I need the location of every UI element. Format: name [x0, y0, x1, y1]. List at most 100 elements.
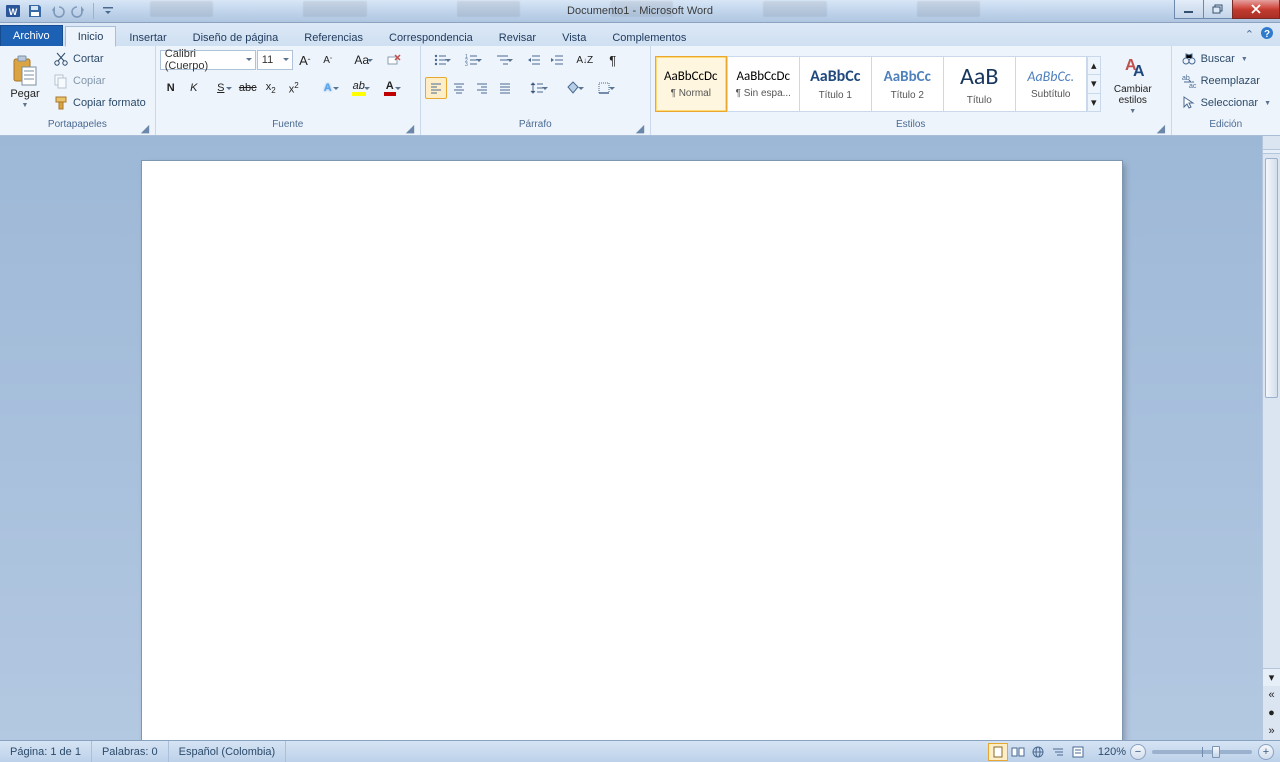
- paragraph-group-label: Párrafo: [421, 119, 650, 135]
- text-effects-button[interactable]: A: [313, 77, 343, 99]
- minimize-ribbon-icon[interactable]: ⌃: [1245, 28, 1254, 41]
- browse-object-icon[interactable]: ●: [1263, 704, 1280, 722]
- customize-qat-icon[interactable]: [98, 2, 118, 20]
- view-print-layout-icon[interactable]: [988, 743, 1008, 761]
- sort-button[interactable]: A↓Z: [574, 49, 596, 71]
- document-area[interactable]: [0, 136, 1280, 740]
- vertical-scrollbar[interactable]: ▴ ▾ « ● »: [1262, 136, 1280, 740]
- copy-button[interactable]: Copiar: [48, 71, 151, 91]
- help-icon[interactable]: ?: [1260, 26, 1274, 43]
- font-size-combo[interactable]: 11: [257, 50, 293, 70]
- scroll-down-icon[interactable]: ▾: [1263, 668, 1280, 686]
- font-color-button[interactable]: A: [375, 77, 405, 99]
- tab-referencias[interactable]: Referencias: [291, 27, 376, 47]
- tab-insertar[interactable]: Insertar: [116, 27, 179, 47]
- font-name-combo[interactable]: Calibri (Cuerpo): [160, 50, 256, 70]
- align-left-button[interactable]: [425, 77, 447, 99]
- justify-button[interactable]: [494, 77, 516, 99]
- shrink-font-button[interactable]: Aˇ: [317, 49, 339, 71]
- save-icon[interactable]: [25, 2, 45, 20]
- view-web-icon[interactable]: [1028, 743, 1048, 761]
- superscript-button[interactable]: x2: [283, 77, 305, 99]
- svg-text:3: 3: [465, 62, 468, 67]
- bullets-button[interactable]: [425, 49, 455, 71]
- zoom-slider-thumb[interactable]: [1212, 746, 1220, 758]
- find-button[interactable]: Buscar▼: [1176, 49, 1276, 69]
- style-name-label: Título: [967, 95, 992, 106]
- decrease-indent-button[interactable]: [523, 49, 545, 71]
- view-outline-icon[interactable]: [1048, 743, 1068, 761]
- bold-button[interactable]: N: [160, 77, 182, 99]
- styles-launcher-icon[interactable]: ◢: [1157, 122, 1169, 134]
- status-words[interactable]: Palabras: 0: [92, 741, 169, 762]
- restore-button[interactable]: [1203, 0, 1233, 19]
- replace-button[interactable]: abacReemplazar: [1176, 71, 1276, 91]
- increase-indent-button[interactable]: [546, 49, 568, 71]
- clear-formatting-button[interactable]: [383, 49, 405, 71]
- close-button[interactable]: [1232, 0, 1280, 19]
- align-right-button[interactable]: [471, 77, 493, 99]
- align-center-button[interactable]: [448, 77, 470, 99]
- tab-correspondencia[interactable]: Correspondencia: [376, 27, 486, 47]
- svg-text:?: ?: [1264, 29, 1270, 40]
- gallery-down-icon[interactable]: ▾: [1088, 75, 1100, 93]
- style-subt-tulo[interactable]: AaBbCc.Subtítulo: [1015, 56, 1087, 112]
- subscript-button[interactable]: x2: [260, 77, 282, 99]
- bold-glyph: N: [167, 82, 175, 94]
- prev-page-icon[interactable]: «: [1263, 686, 1280, 704]
- style---sin-espa---[interactable]: AaBbCcDc¶ Sin espa...: [727, 56, 799, 112]
- status-page[interactable]: Página: 1 de 1: [0, 741, 92, 762]
- group-font: Calibri (Cuerpo) 11 Aˆ Aˇ Aa N K S abc x…: [156, 46, 421, 135]
- font-launcher-icon[interactable]: ◢: [406, 122, 418, 134]
- line-spacing-button[interactable]: [522, 77, 552, 99]
- cut-button[interactable]: Cortar: [48, 49, 151, 69]
- multilevel-list-button[interactable]: [487, 49, 517, 71]
- strikethrough-button[interactable]: abc: [237, 77, 259, 99]
- style---normal[interactable]: AaBbCcDc¶ Normal: [655, 56, 727, 112]
- numbering-button[interactable]: 123: [456, 49, 486, 71]
- zoom-out-button[interactable]: −: [1130, 744, 1146, 760]
- view-draft-icon[interactable]: [1068, 743, 1088, 761]
- highlight-button[interactable]: ab: [344, 77, 374, 99]
- style-t-tulo-1[interactable]: AaBbCcTítulo 1: [799, 56, 871, 112]
- redo-icon[interactable]: [69, 2, 89, 20]
- status-language[interactable]: Español (Colombia): [169, 741, 287, 762]
- view-full-reading-icon[interactable]: [1008, 743, 1028, 761]
- borders-button[interactable]: [589, 77, 619, 99]
- tab-diseno-pagina[interactable]: Diseño de página: [180, 27, 292, 47]
- gallery-more-icon[interactable]: ▾: [1088, 94, 1100, 111]
- undo-icon[interactable]: [47, 2, 67, 20]
- zoom-level[interactable]: 120%: [1098, 746, 1126, 758]
- next-page-icon[interactable]: »: [1263, 722, 1280, 740]
- styles-gallery: AaBbCcDc¶ NormalAaBbCcDc¶ Sin espa...AaB…: [655, 56, 1087, 112]
- tab-revisar[interactable]: Revisar: [486, 27, 549, 47]
- clipboard-launcher-icon[interactable]: ◢: [141, 122, 153, 134]
- italic-button[interactable]: K: [183, 77, 205, 99]
- split-box[interactable]: [1262, 136, 1280, 150]
- paste-button[interactable]: Pegar ▼: [4, 49, 46, 115]
- paragraph-launcher-icon[interactable]: ◢: [636, 122, 648, 134]
- ribbon: Pegar ▼ Cortar Copiar Copiar formato Por…: [0, 46, 1280, 136]
- style-t-tulo[interactable]: AaBTítulo: [943, 56, 1015, 112]
- page[interactable]: [142, 161, 1122, 740]
- word-app-icon[interactable]: W: [3, 2, 23, 20]
- tab-inicio[interactable]: Inicio: [65, 26, 117, 47]
- gallery-up-icon[interactable]: ▴: [1088, 57, 1100, 75]
- zoom-in-button[interactable]: +: [1258, 744, 1274, 760]
- minimize-button[interactable]: [1174, 0, 1204, 19]
- format-painter-button[interactable]: Copiar formato: [48, 93, 151, 113]
- tab-vista[interactable]: Vista: [549, 27, 599, 47]
- copy-label: Copiar: [73, 75, 105, 87]
- scroll-thumb[interactable]: [1265, 158, 1278, 398]
- grow-font-button[interactable]: Aˆ: [294, 49, 316, 71]
- shading-button[interactable]: [558, 77, 588, 99]
- show-marks-button[interactable]: ¶: [602, 49, 624, 71]
- zoom-slider[interactable]: [1152, 750, 1252, 754]
- select-button[interactable]: Seleccionar▼: [1176, 93, 1276, 113]
- underline-button[interactable]: S: [206, 77, 236, 99]
- style-t-tulo-2[interactable]: AaBbCcTítulo 2: [871, 56, 943, 112]
- change-styles-button[interactable]: AA Cambiar estilos ▼: [1107, 51, 1159, 117]
- file-tab[interactable]: Archivo: [0, 25, 63, 46]
- tab-complementos[interactable]: Complementos: [599, 27, 699, 47]
- change-case-button[interactable]: Aa: [347, 49, 377, 71]
